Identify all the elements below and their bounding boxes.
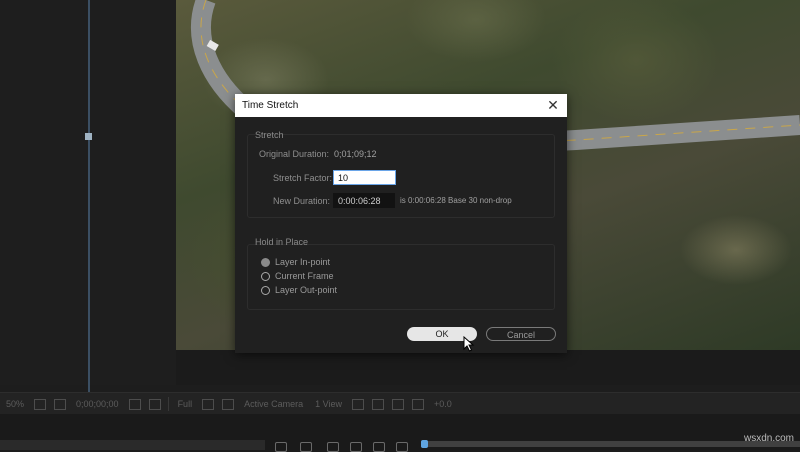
camera-select[interactable]: Active Camera (238, 399, 309, 409)
motion-blur-icon[interactable] (373, 442, 385, 452)
stretch-factor-label: Stretch Factor: (273, 173, 333, 183)
current-time-indicator[interactable] (88, 0, 90, 392)
stretch-group-title: Stretch (255, 130, 284, 140)
views-select[interactable]: 1 View (309, 399, 348, 409)
fast-preview-icon[interactable] (351, 398, 364, 410)
flowchart-icon[interactable] (391, 398, 404, 410)
mouse-pointer-icon (463, 336, 475, 352)
radio-label: Layer In-point (275, 257, 331, 267)
dialog-title: Time Stretch (242, 100, 299, 111)
timecode-display[interactable]: 0;00;00;00 (70, 399, 125, 409)
radio-label: Layer Out-point (275, 285, 338, 295)
stretch-factor-input[interactable] (333, 170, 396, 185)
radio-button[interactable] (261, 271, 270, 281)
camera-snapshot-icon[interactable] (128, 398, 141, 410)
viewer-toolbar: 50% 0;00;00;00 Full Active Camera 1 View… (0, 392, 800, 415)
shy-layers-icon[interactable] (327, 442, 339, 452)
radio-button[interactable] (261, 285, 270, 295)
toolbar-divider (167, 397, 169, 411)
radio-current-frame[interactable]: Current Frame (261, 270, 334, 282)
radio-button-selected[interactable] (261, 257, 270, 267)
cancel-button[interactable]: Cancel (486, 327, 556, 341)
hold-in-place-group-title: Hold in Place (255, 237, 309, 247)
exposure-value[interactable]: +0.0 (428, 399, 458, 409)
timeline-controls (0, 440, 265, 450)
safe-area-icon[interactable] (54, 398, 67, 410)
region-of-interest-icon[interactable] (202, 398, 215, 410)
keyframe-handle[interactable] (85, 133, 92, 140)
close-icon[interactable]: ✕ (545, 97, 561, 113)
radio-layer-out-point[interactable]: Layer Out-point (261, 284, 337, 296)
timeline-icon[interactable] (371, 398, 384, 410)
original-duration-label: Original Duration: (259, 149, 330, 159)
transparency-grid-icon[interactable] (222, 398, 235, 410)
exposure-icon[interactable] (411, 398, 424, 410)
radio-label: Current Frame (275, 271, 334, 281)
radio-layer-in-point[interactable]: Layer In-point (261, 256, 330, 268)
viewer-background (176, 350, 800, 385)
new-duration-note: is 0:00:06:28 Base 30 non-drop (400, 196, 512, 205)
color-channels-icon[interactable] (148, 398, 161, 410)
zoom-select[interactable]: 50% (0, 399, 30, 409)
dialog-titlebar[interactable]: Time Stretch ✕ (235, 94, 567, 117)
grid-icon[interactable] (34, 398, 47, 410)
new-duration-label: New Duration: (273, 196, 331, 206)
resolution-select[interactable]: Full (172, 399, 199, 409)
draft-3d-icon[interactable] (300, 442, 312, 452)
new-duration-input[interactable] (333, 193, 395, 208)
comp-flowchart-icon[interactable] (275, 442, 287, 452)
watermark-text: wsxdn.com (743, 433, 794, 444)
original-duration-value: 0;01;09;12 (334, 149, 377, 159)
graph-editor-icon[interactable] (396, 442, 408, 452)
work-area-start-handle[interactable] (421, 440, 428, 448)
time-stretch-dialog: Time Stretch ✕ Stretch Original Duration… (235, 94, 567, 353)
frame-blending-icon[interactable] (350, 442, 362, 452)
